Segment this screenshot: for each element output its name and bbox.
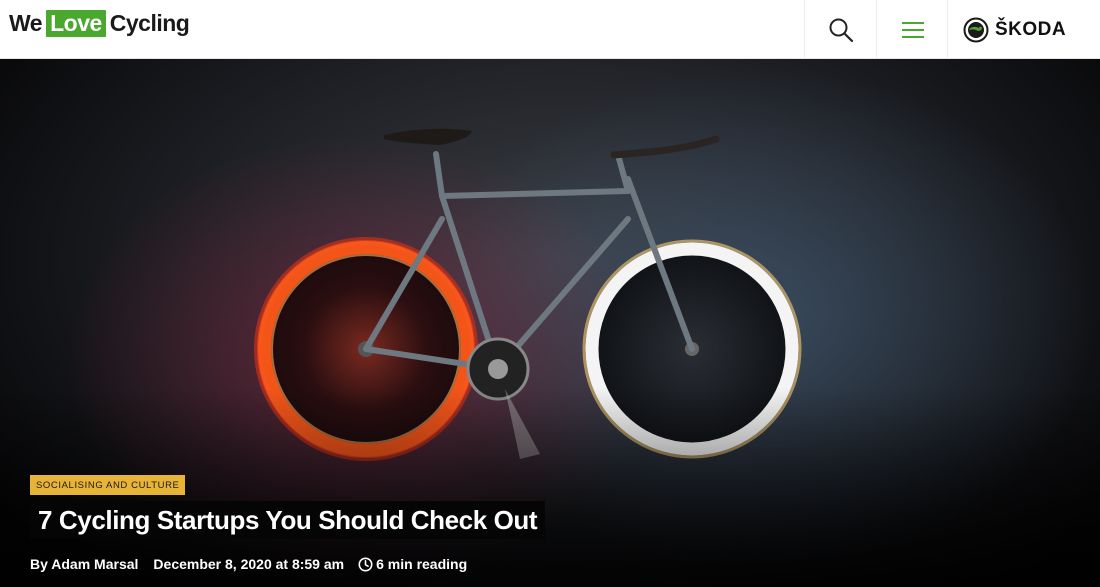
clock-icon (358, 557, 373, 571)
skoda-emblem-icon (963, 17, 989, 42)
logo-cycling: Cycling (109, 9, 190, 36)
category-tag[interactable]: SOCIALISING AND CULTURE (30, 475, 186, 495)
skoda-wordmark: ŠKODA (995, 18, 1067, 40)
site-logo[interactable]: We Love Cycling (9, 9, 190, 37)
logo-love: Love (46, 9, 106, 37)
article-title[interactable]: 7 Cycling Startups You Should Check Out (30, 501, 546, 539)
article-author[interactable]: By Adam Marsal (30, 556, 138, 572)
search-icon (829, 18, 853, 42)
article-meta: By Adam Marsal December 8, 2020 at 8:59 … (30, 552, 467, 576)
article-date: December 8, 2020 at 8:59 am (153, 556, 345, 572)
reading-time-label: 6 min reading (376, 556, 468, 572)
hamburger-menu-icon (901, 21, 924, 38)
skoda-brand-link[interactable]: ŠKODA (947, 0, 1100, 59)
site-header: We Love Cycling ŠKODA (0, 0, 1100, 59)
logo-we: We (9, 9, 43, 36)
hero-image[interactable]: SOCIALISING AND CULTURE 7 Cycling Startu… (0, 59, 1100, 587)
search-button[interactable] (804, 0, 876, 59)
menu-button[interactable] (876, 0, 948, 59)
reading-time: 6 min reading (358, 556, 467, 572)
